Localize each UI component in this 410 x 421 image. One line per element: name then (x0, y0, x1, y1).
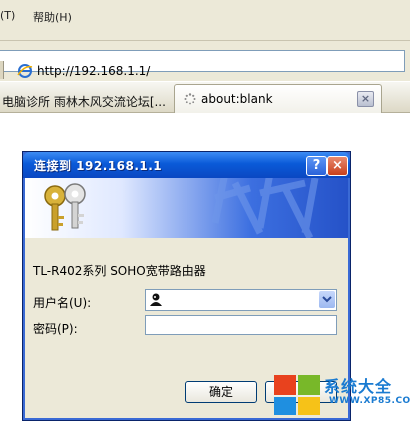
password-label: 密码(P): (33, 322, 78, 336)
loading-spinner-icon (184, 93, 196, 105)
ie-page-icon (17, 64, 33, 78)
password-field[interactable] (145, 315, 337, 335)
dialog-banner (25, 178, 348, 238)
username-combobox[interactable] (145, 289, 337, 311)
address-bar: http://192.168.1.1/ (0, 41, 410, 81)
tab-about-blank-label: about:blank (201, 92, 273, 106)
banner-decoration (211, 178, 319, 238)
router-description: TL-R402系列 SOHO宽带路由器 (33, 264, 206, 278)
address-edge-control (0, 61, 4, 79)
user-avatar-icon (150, 293, 162, 306)
tab-about-blank[interactable]: about:blank × (174, 84, 382, 113)
help-button[interactable]: ? (306, 156, 327, 176)
tab-close-icon[interactable]: × (357, 91, 374, 107)
watermark-text: 系统大全 (324, 377, 393, 396)
windows-logo-icon (274, 375, 320, 415)
menu-item-tools[interactable]: (T) (0, 9, 15, 22)
username-label: 用户名(U): (33, 296, 92, 310)
close-button[interactable]: × (327, 156, 348, 176)
watermark-url: WWW.XP85.COM (329, 396, 410, 406)
ok-button[interactable]: 确定 (185, 381, 257, 403)
menu-bar: (T) 帮助(H) (0, 0, 410, 41)
dialog-title: 连接到 192.168.1.1 (34, 159, 163, 173)
url-text[interactable]: http://192.168.1.1/ (37, 64, 150, 78)
tab-bar: 电脑诊所 雨林木风交流论坛[... about:blank × (0, 82, 410, 113)
tab-forum-label: 电脑诊所 雨林木风交流论坛[... (2, 95, 166, 109)
address-field[interactable]: http://192.168.1.1/ (0, 50, 405, 79)
dialog-title-bar[interactable]: 连接到 192.168.1.1 ? × (23, 152, 350, 178)
menu-item-help[interactable]: 帮助(H) (33, 9, 72, 25)
tab-forum[interactable]: 电脑诊所 雨林木风交流论坛[... (0, 86, 172, 111)
keys-icon (44, 183, 86, 231)
chevron-down-icon[interactable] (319, 291, 335, 308)
